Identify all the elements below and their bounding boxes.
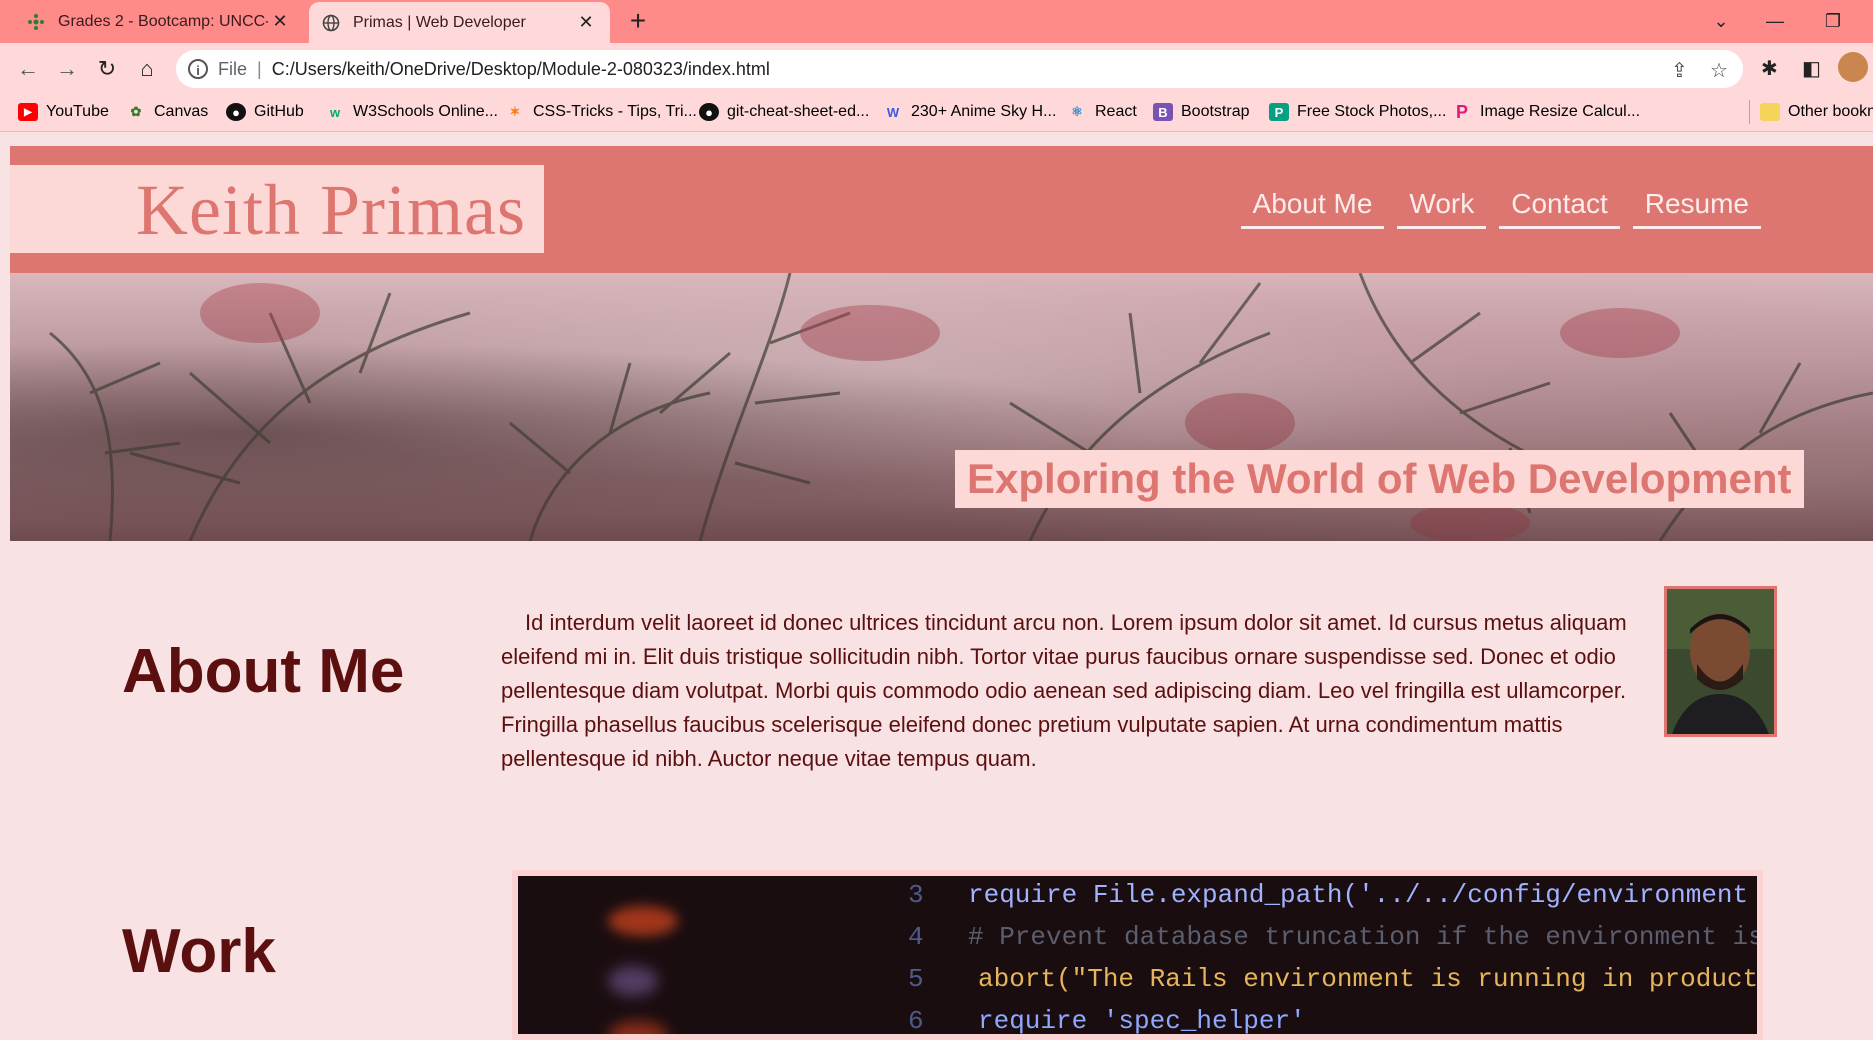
main-nav: About Me Work Contact Resume: [1240, 188, 1761, 229]
bookmark-css-tricks[interactable]: ✶ CSS-Tricks - Tips, Tri...: [505, 103, 697, 121]
close-icon[interactable]: ✕: [268, 11, 292, 32]
bookmark-label: Image Resize Calcul...: [1480, 103, 1641, 120]
minimize-icon[interactable]: —: [1760, 6, 1790, 36]
bookmark-w3schools[interactable]: w W3Schools Online...: [325, 103, 498, 121]
line-number: 4: [908, 922, 924, 952]
site-logo[interactable]: Keith Primas: [136, 169, 526, 252]
nav-about-me[interactable]: About Me: [1240, 188, 1385, 229]
bookmark-label: YouTube: [46, 103, 109, 120]
reload-icon[interactable]: ↻: [93, 55, 121, 83]
nav-contact[interactable]: Contact: [1499, 188, 1620, 229]
bookmark-other[interactable]: Other bookmarks: [1760, 103, 1873, 121]
url-text[interactable]: C:/Users/keith/OneDrive/Desktop/Module-2…: [272, 59, 770, 80]
logo-box: Keith Primas: [10, 165, 544, 253]
bookmark-image-resize[interactable]: P Image Resize Calcul...: [1452, 101, 1641, 122]
page-viewport: Keith Primas About Me Work Contact Resum…: [10, 146, 1873, 1040]
nav-work[interactable]: Work: [1397, 188, 1487, 229]
nav-resume[interactable]: Resume: [1632, 188, 1761, 229]
canvas-icon: [26, 12, 46, 32]
code-screenshot: 3 require File.expand_path('../../config…: [518, 876, 1757, 1034]
address-bar[interactable]: i File | C:/Users/keith/OneDrive/Desktop…: [176, 50, 1743, 88]
bookmark-label: Canvas: [154, 103, 209, 120]
github-icon: ●: [699, 103, 719, 121]
code-line: # Prevent database truncation if the env…: [968, 922, 1757, 952]
tab-title: Grades 2 - Bootcamp: UNCC-VIRT: [58, 12, 268, 30]
bootstrap-icon: B: [1153, 103, 1173, 121]
bookmark-label: Bootstrap: [1181, 103, 1250, 120]
react-icon: ⚛: [1071, 104, 1083, 119]
bookmark-label: W3Schools Online...: [353, 103, 498, 120]
folder-icon: [1760, 103, 1780, 121]
bookmark-anime-sky[interactable]: W 230+ Anime Sky H...: [883, 103, 1057, 121]
bookmark-pexels[interactable]: P Free Stock Photos,...: [1269, 103, 1446, 121]
line-number: 5: [908, 964, 924, 994]
bookmarks-divider: [1749, 100, 1750, 124]
code-line: abort("The Rails environment is running …: [978, 964, 1757, 994]
canvas-icon: ✿: [130, 104, 142, 119]
restore-icon[interactable]: ❐: [1818, 6, 1848, 36]
bookmark-youtube[interactable]: ▶ YouTube: [18, 103, 109, 121]
tab-grades[interactable]: Grades 2 - Bootcamp: UNCC-VIRT ✕: [14, 0, 304, 43]
new-tab-button[interactable]: +: [623, 6, 653, 36]
scheme-label: File: [218, 58, 248, 79]
info-icon[interactable]: i: [188, 59, 208, 79]
bookmark-star-icon[interactable]: ☆: [1710, 58, 1728, 83]
about-heading: About Me: [122, 637, 405, 706]
blur-light: [608, 966, 658, 996]
css-tricks-icon: ✶: [509, 104, 521, 119]
bookmark-label: 230+ Anime Sky H...: [911, 103, 1057, 120]
forward-icon[interactable]: →: [53, 55, 81, 83]
hero-banner: Exploring the World of Web Development: [10, 273, 1873, 541]
bookmark-label: git-cheat-sheet-ed...: [727, 103, 870, 120]
p-icon: P: [1455, 101, 1468, 122]
github-icon: ●: [226, 103, 246, 121]
site-header: Keith Primas About Me Work Contact Resum…: [10, 146, 1873, 273]
line-number: 3: [908, 880, 924, 910]
bookmark-label: CSS-Tricks - Tips, Tri...: [533, 103, 697, 120]
work-heading: Work: [122, 917, 276, 986]
tab-search-icon[interactable]: ⌄: [1706, 6, 1736, 36]
code-line: require File.expand_path('../../config/e…: [968, 880, 1749, 910]
share-icon[interactable]: ⇪: [1671, 58, 1688, 83]
blur-light: [608, 906, 678, 936]
code-line: require 'spec_helper': [978, 1006, 1306, 1034]
hero-caption: Exploring the World of Web Development: [955, 450, 1804, 508]
extensions-icon[interactable]: ✱: [1761, 56, 1778, 81]
bookmark-label: Other bookmarks: [1788, 103, 1873, 120]
back-icon[interactable]: ←: [14, 55, 42, 83]
tab-primas[interactable]: Primas | Web Developer ✕: [309, 2, 610, 43]
tab-strip: Grades 2 - Bootcamp: UNCC-VIRT ✕ Primas …: [0, 0, 1873, 43]
pexels-icon: P: [1269, 103, 1289, 121]
bookmark-canvas[interactable]: ✿ Canvas: [126, 103, 209, 121]
about-paragraph: Id interdum velit laoreet id donec ultri…: [501, 610, 1627, 771]
bookmark-react[interactable]: ⚛ React: [1067, 103, 1137, 121]
browser-toolbar: ← → ↻ ⌂ i File | C:/Users/keith/OneDrive…: [0, 43, 1873, 95]
line-number: 6: [908, 1006, 924, 1034]
bookmark-git-cheat-sheet[interactable]: ● git-cheat-sheet-ed...: [699, 103, 869, 121]
tab-title: Primas | Web Developer: [353, 13, 526, 31]
bookmark-github[interactable]: ● GitHub: [226, 103, 304, 121]
wallpaper-icon: W: [886, 104, 900, 120]
address-separator: |: [257, 58, 262, 79]
side-panel-icon[interactable]: ◧: [1802, 56, 1821, 81]
profile-avatar[interactable]: [1838, 52, 1868, 82]
home-icon[interactable]: ⌂: [133, 55, 161, 83]
globe-icon: [321, 13, 341, 33]
bookmark-label: GitHub: [254, 103, 304, 120]
bookmark-label: React: [1095, 103, 1137, 120]
youtube-icon: ▶: [18, 103, 38, 121]
work-project-image[interactable]: 3 require File.expand_path('../../config…: [512, 870, 1763, 1040]
profile-photo: [1664, 586, 1777, 737]
close-icon[interactable]: ✕: [574, 12, 598, 33]
w3schools-icon: w: [329, 104, 341, 120]
bookmark-bootstrap[interactable]: B Bootstrap: [1153, 103, 1249, 121]
blur-light: [608, 1021, 668, 1034]
bookmark-label: Free Stock Photos,...: [1297, 103, 1447, 120]
